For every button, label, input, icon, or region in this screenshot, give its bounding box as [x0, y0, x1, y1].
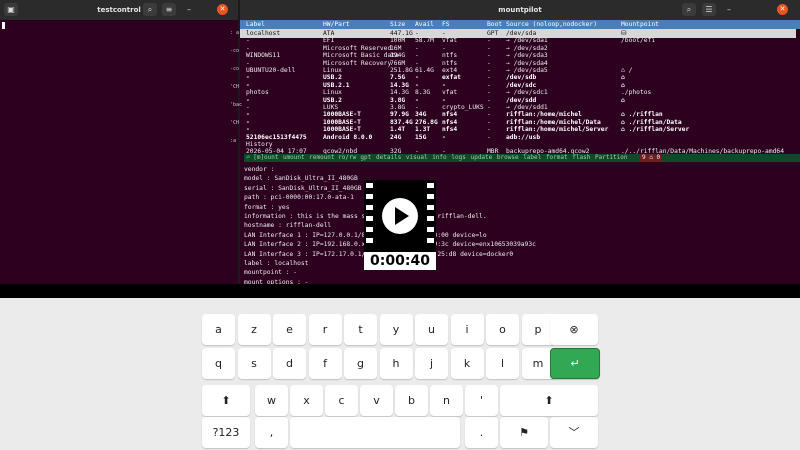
command-menubar[interactable]: ⏎ [m]ount umount remount ro/rw gpt details vi…	[244, 154, 800, 162]
status-badge: 9 ⌂ 0	[640, 154, 663, 162]
menu-item[interactable]: update	[471, 154, 493, 162]
video-overlay[interactable]: 0:00:40	[364, 180, 436, 270]
film-strip-icon	[364, 180, 436, 252]
key-q[interactable]: q	[202, 348, 235, 379]
left-titlebar[interactable]: testcontrol ▣ ⌕ ≡ – ✕	[0, 0, 238, 20]
key-shift-right[interactable]: ⬆	[500, 385, 598, 416]
key-w[interactable]: w	[255, 385, 288, 416]
mountpilot-terminal[interactable]: Label HW/Part Size Avail FS Boot Source (noloo…	[240, 20, 800, 284]
search-icon[interactable]: ⌕	[682, 3, 696, 16]
key-f[interactable]: f	[308, 348, 342, 379]
menu-item[interactable]: label	[523, 154, 541, 162]
hamburger-menu-icon[interactable]: ☰	[702, 3, 716, 16]
menu-item[interactable]: remount ro/rw	[309, 154, 356, 162]
separator-band	[0, 284, 800, 298]
edge-text: 'bac	[230, 102, 243, 108]
edge-text: 'CH	[230, 84, 240, 90]
menu-item[interactable]: gpt	[360, 154, 371, 162]
menu-item[interactable]: flash	[572, 154, 590, 162]
column-header: Avail	[415, 21, 434, 28]
key-space[interactable]	[290, 417, 460, 448]
window-title: testcontrol	[97, 6, 141, 14]
column-header: FS	[442, 21, 450, 28]
column-header: Mountpoint	[621, 21, 659, 28]
menu-item[interactable]: browse	[497, 154, 519, 162]
hamburger-menu-icon[interactable]: ≡	[162, 3, 176, 16]
key-t[interactable]: t	[344, 314, 377, 345]
menu-item[interactable]: format	[546, 154, 568, 162]
key-apostrophe[interactable]: '	[465, 385, 498, 416]
menu-item[interactable]: info	[432, 154, 446, 162]
detail-line: hostname : rifflan-dell	[244, 222, 332, 230]
key-v[interactable]: v	[360, 385, 393, 416]
key-period[interactable]: .	[465, 417, 498, 448]
key-enter[interactable]: ↵	[550, 348, 600, 379]
edge-text: :a	[230, 138, 237, 144]
terminal-menu-icon[interactable]: ▣	[4, 3, 18, 16]
key-symbols[interactable]: ?123	[202, 417, 250, 448]
key-i[interactable]: i	[450, 314, 484, 345]
key-u[interactable]: u	[415, 314, 448, 345]
key-a[interactable]: a	[202, 314, 235, 345]
edge-text: -co	[230, 66, 240, 72]
close-icon[interactable]: ✕	[217, 4, 228, 15]
key-comma[interactable]: ,	[255, 417, 288, 448]
detail-line: path : pci-0000:00:17.0-ata-1	[244, 194, 354, 202]
key-x[interactable]: x	[290, 385, 323, 416]
key-b[interactable]: b	[395, 385, 428, 416]
column-header: Label	[246, 21, 265, 28]
table-header: Label HW/Part Size Avail FS Boot Source (noloo…	[240, 20, 800, 29]
menu-item[interactable]: visual	[406, 154, 428, 162]
right-terminal-window[interactable]: mountpilot ⌕ ☰ – ✕ Label HW/Part Size Avail…	[240, 0, 800, 284]
minimize-icon[interactable]: –	[182, 3, 196, 16]
key-g[interactable]: g	[344, 348, 377, 379]
right-titlebar[interactable]: mountpilot ⌕ ☰ – ✕	[240, 0, 800, 20]
menu-item[interactable]: logs	[451, 154, 465, 162]
key-j[interactable]: j	[415, 348, 448, 379]
key-emoji[interactable]: ⚑	[500, 417, 548, 448]
onscreen-keyboard[interactable]: a z e r t y u i o p ⊗ q s d f g h j k l m ↵ ⬆ w x c v b n ' ⬆ ?123,. ⚑ ﹀	[0, 298, 800, 450]
edge-text: -co	[230, 48, 240, 54]
menu-item[interactable]: details	[376, 154, 401, 162]
key-s[interactable]: s	[237, 348, 271, 379]
key-d[interactable]: d	[273, 348, 306, 379]
key-y[interactable]: y	[379, 314, 413, 345]
column-header: Source (noloop,nodocker)	[506, 21, 597, 28]
key-backspace[interactable]: ⊗	[550, 314, 598, 345]
minimize-icon[interactable]: –	[722, 3, 736, 16]
key-e[interactable]: e	[273, 314, 306, 345]
key-shift[interactable]: ⬆	[202, 385, 250, 416]
key-l[interactable]: l	[486, 348, 519, 379]
edge-text: 'CH	[230, 120, 240, 126]
detail-line: model : SanDisk_Ultra_II_480GB	[244, 175, 358, 183]
detail-line: vendor :	[244, 166, 275, 173]
column-header: Boot	[487, 21, 503, 28]
edge-text: : a	[230, 30, 240, 36]
search-icon[interactable]: ⌕	[143, 3, 157, 16]
detail-line: mountpoint : -	[244, 269, 298, 277]
detail-line: label : localhost	[244, 260, 309, 267]
menu-item[interactable]: umount	[283, 154, 305, 162]
key-r[interactable]: r	[308, 314, 342, 345]
key-c[interactable]: c	[325, 385, 358, 416]
key-o[interactable]: o	[486, 314, 519, 345]
window-title: mountpilot	[498, 6, 542, 14]
video-timestamp: 0:00:40	[370, 253, 430, 269]
key-n[interactable]: n	[430, 385, 463, 416]
terminal-cursor	[2, 22, 5, 29]
left-terminal-window[interactable]: testcontrol ▣ ⌕ ≡ – ✕	[0, 0, 238, 284]
column-header: Size	[390, 21, 406, 28]
detail-line: format : yes	[244, 203, 290, 211]
detail-line: serial : SanDisk_Ultra_II_480GB	[244, 184, 362, 192]
close-icon[interactable]: ✕	[777, 4, 788, 15]
column-header: HW/Part	[323, 21, 350, 28]
key-hide[interactable]: ﹀	[550, 417, 598, 448]
key-h[interactable]: h	[379, 348, 413, 379]
key-k[interactable]: k	[450, 348, 484, 379]
menu-item[interactable]: ⏎ [m]ount	[246, 154, 279, 162]
key-z[interactable]: z	[237, 314, 271, 345]
menu-item[interactable]: Partition	[595, 154, 628, 162]
